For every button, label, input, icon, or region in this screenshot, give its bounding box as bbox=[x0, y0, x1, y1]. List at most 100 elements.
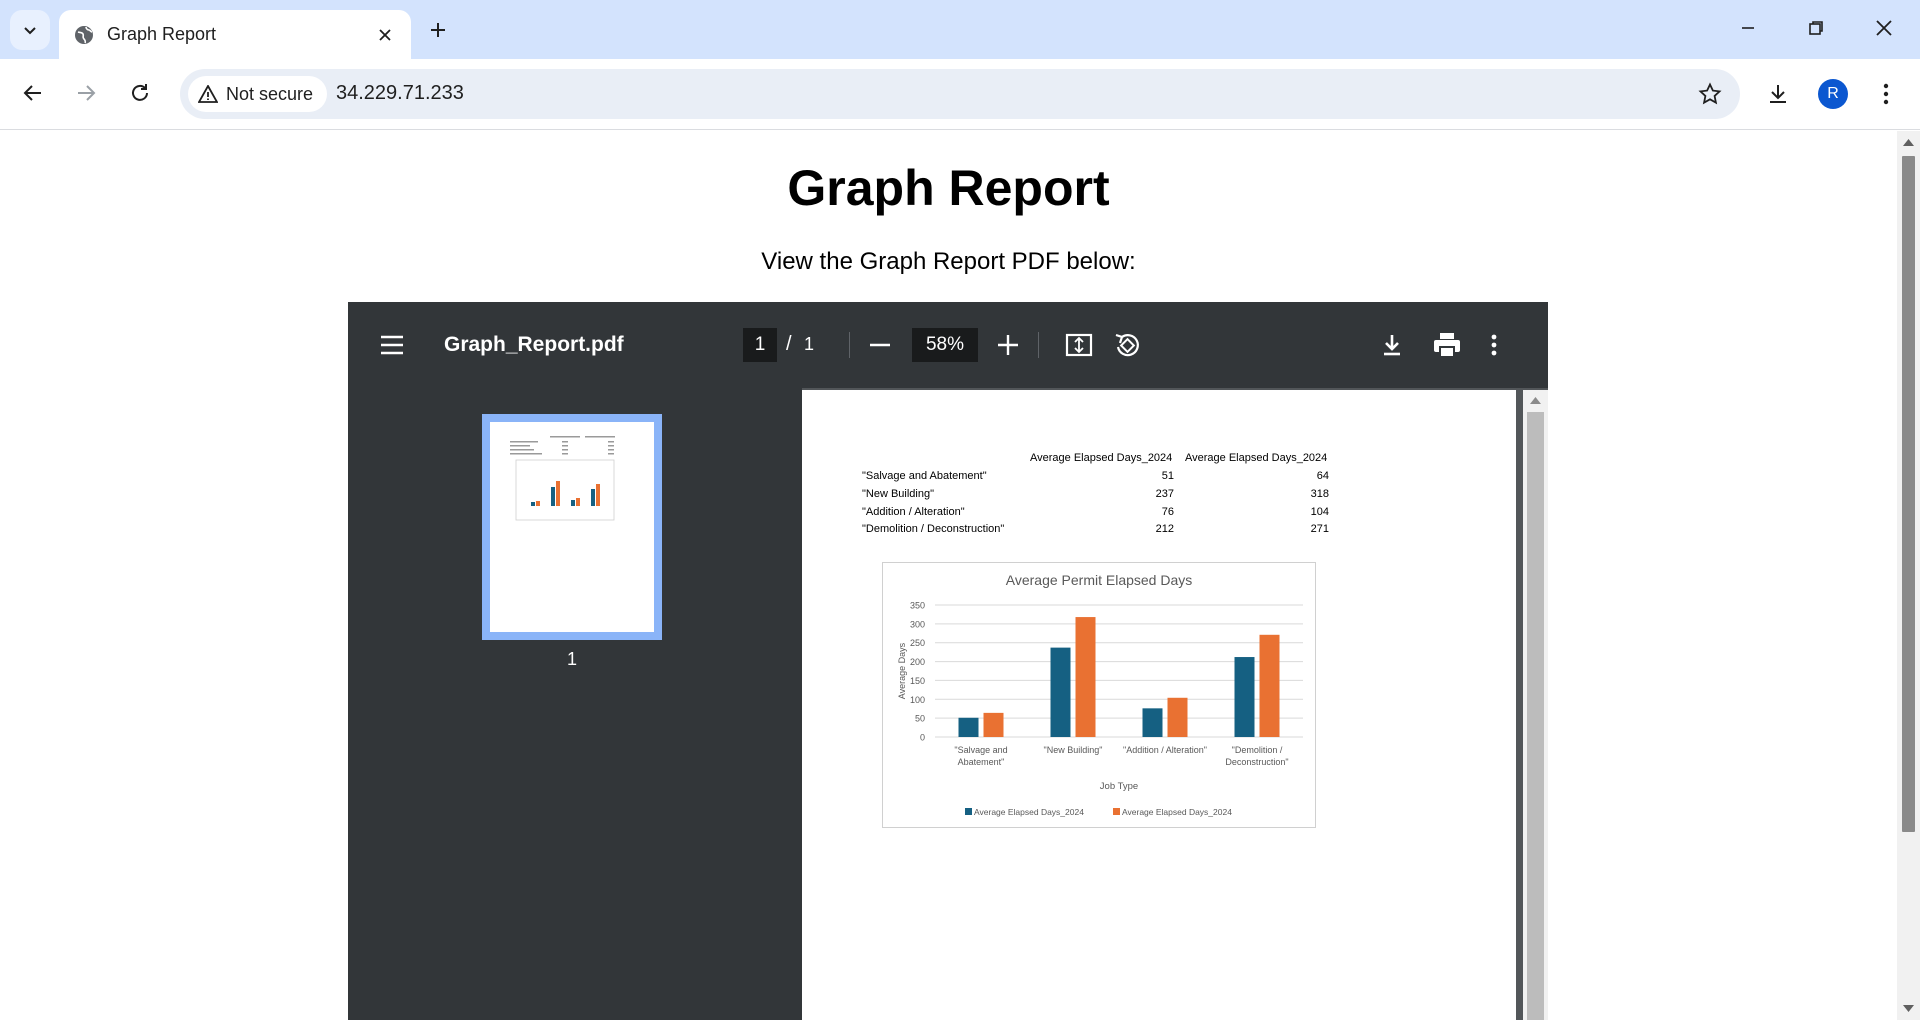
y-tick-label: 200 bbox=[910, 657, 925, 667]
active-tab[interactable]: Graph Report bbox=[59, 10, 411, 59]
tab-close-button[interactable] bbox=[373, 23, 397, 47]
bar bbox=[1050, 647, 1071, 737]
pdf-page: Average Elapsed Days_2024 Average Elapse… bbox=[802, 390, 1516, 1020]
table-cell: 212 bbox=[1155, 523, 1174, 535]
y-tick-label: 0 bbox=[920, 733, 925, 743]
table-cell: 64 bbox=[1316, 470, 1329, 482]
profile-button[interactable]: R bbox=[1813, 74, 1853, 114]
rotate-icon bbox=[1115, 333, 1139, 357]
table-row-label: "Demolition / Deconstruction" bbox=[862, 523, 1005, 535]
bar bbox=[1142, 708, 1163, 737]
zoom-out-button[interactable] bbox=[866, 332, 894, 358]
security-chip[interactable]: Not secure bbox=[188, 76, 328, 112]
url-text[interactable]: 34.229.71.233 bbox=[336, 82, 464, 105]
minimize-button[interactable] bbox=[1724, 8, 1772, 48]
minus-icon bbox=[870, 343, 890, 347]
x-tick-label: "Demolition / bbox=[1232, 745, 1283, 755]
reload-icon bbox=[132, 84, 148, 101]
plus-icon bbox=[431, 23, 445, 37]
page-total: 1 bbox=[804, 334, 815, 354]
page-title: Graph Report bbox=[787, 160, 1110, 216]
star-icon bbox=[1698, 82, 1722, 105]
close-icon bbox=[1876, 20, 1892, 36]
y-axis-label: Average Days bbox=[897, 642, 907, 699]
scroll-up-icon bbox=[1903, 139, 1914, 146]
table-cell: 237 bbox=[1155, 488, 1174, 500]
minimize-icon bbox=[1742, 27, 1754, 29]
fit-to-page-icon bbox=[1065, 333, 1093, 357]
address-bar[interactable]: Not secure 34.229.71.233 bbox=[180, 69, 1740, 119]
bar bbox=[1167, 697, 1188, 737]
legend-swatch bbox=[1113, 808, 1120, 815]
page-scrollbar-thumb[interactable] bbox=[1902, 156, 1915, 832]
reload-button[interactable] bbox=[120, 73, 160, 113]
y-tick-label: 150 bbox=[910, 676, 925, 686]
x-axis-label: Job Type bbox=[1100, 781, 1138, 792]
table-header: Average Elapsed Days_2024 bbox=[1030, 452, 1173, 464]
zoom-in-button[interactable] bbox=[994, 332, 1022, 358]
downloads-button[interactable] bbox=[1758, 74, 1798, 114]
page-subtitle: View the Graph Report PDF below: bbox=[761, 248, 1136, 275]
legend-label: Average Elapsed Days_2024 bbox=[1122, 807, 1232, 817]
more-vertical-icon bbox=[1491, 334, 1497, 356]
thumbnail-page-number: 1 bbox=[566, 649, 577, 669]
browser-menu-button[interactable] bbox=[1866, 74, 1906, 114]
x-tick-label: Deconstruction" bbox=[1225, 757, 1288, 767]
zoom-input[interactable]: 58% bbox=[912, 328, 978, 362]
scroll-up-icon bbox=[1530, 397, 1541, 404]
table-row-label: "New Building" bbox=[862, 488, 935, 500]
back-button[interactable] bbox=[13, 73, 53, 113]
plus-icon bbox=[998, 335, 1018, 355]
print-icon bbox=[1434, 333, 1460, 358]
bar bbox=[958, 717, 979, 737]
pdf-more-button[interactable] bbox=[1484, 331, 1504, 359]
page-separator: / bbox=[786, 333, 792, 355]
y-tick-label: 100 bbox=[910, 695, 925, 705]
toolbar-divider bbox=[849, 332, 850, 358]
y-tick-label: 350 bbox=[910, 601, 925, 611]
table-cell: 51 bbox=[1161, 470, 1174, 482]
sidebar-toggle-button[interactable] bbox=[378, 332, 406, 358]
close-icon bbox=[379, 28, 391, 41]
legend-label: Average Elapsed Days_2024 bbox=[974, 807, 1084, 817]
tab-search-button[interactable] bbox=[10, 10, 50, 50]
thumbnail-page-preview bbox=[490, 422, 654, 632]
pdf-toolbar: Graph_Report.pdf 1 / 1 58% bbox=[348, 302, 1548, 388]
bar bbox=[983, 712, 1004, 737]
table-cell: 104 bbox=[1310, 506, 1329, 518]
restore-icon bbox=[1809, 21, 1823, 35]
page-scrollbar[interactable] bbox=[1897, 131, 1920, 1020]
pdf-filename: Graph_Report.pdf bbox=[444, 333, 624, 356]
security-label: Not secure bbox=[226, 83, 314, 104]
pdf-scrollbar[interactable] bbox=[1523, 390, 1548, 1020]
pdf-document-area: Average Elapsed Days_2024 Average Elapse… bbox=[802, 388, 1548, 1020]
table-header: Average Elapsed Days_2024 bbox=[1185, 452, 1328, 464]
x-tick-label: "Addition / Alteration" bbox=[1123, 745, 1207, 755]
new-tab-button[interactable] bbox=[422, 14, 454, 46]
fit-page-button[interactable] bbox=[1064, 331, 1094, 359]
legend-swatch bbox=[965, 808, 972, 815]
rotate-button[interactable] bbox=[1112, 331, 1142, 359]
pdf-thumbnail-sidebar: 1 bbox=[348, 388, 802, 1020]
pdf-scrollbar-thumb[interactable] bbox=[1527, 412, 1544, 1020]
page-thumbnail[interactable] bbox=[482, 414, 662, 640]
y-tick-label: 50 bbox=[915, 714, 925, 724]
avatar: R bbox=[1818, 79, 1848, 109]
chart-title: Average Permit Elapsed Days bbox=[1006, 572, 1193, 588]
chevron-down-icon bbox=[24, 27, 36, 35]
download-icon bbox=[1384, 335, 1400, 356]
page-number-input[interactable]: 1 bbox=[743, 328, 777, 362]
table-cell: 318 bbox=[1310, 488, 1329, 500]
bookmark-button[interactable] bbox=[1694, 78, 1726, 110]
table-cell: 76 bbox=[1161, 506, 1174, 518]
close-window-button[interactable] bbox=[1860, 8, 1908, 48]
tab-title: Graph Report bbox=[107, 24, 217, 44]
table-cell: 271 bbox=[1310, 523, 1329, 535]
table-row-label: "Addition / Alteration" bbox=[862, 506, 965, 518]
restore-button[interactable] bbox=[1792, 8, 1840, 48]
pdf-print-button[interactable] bbox=[1432, 331, 1462, 359]
menu-icon bbox=[381, 335, 403, 355]
forward-button[interactable] bbox=[66, 73, 106, 113]
more-vertical-icon bbox=[1883, 83, 1889, 105]
pdf-download-button[interactable] bbox=[1378, 331, 1406, 359]
